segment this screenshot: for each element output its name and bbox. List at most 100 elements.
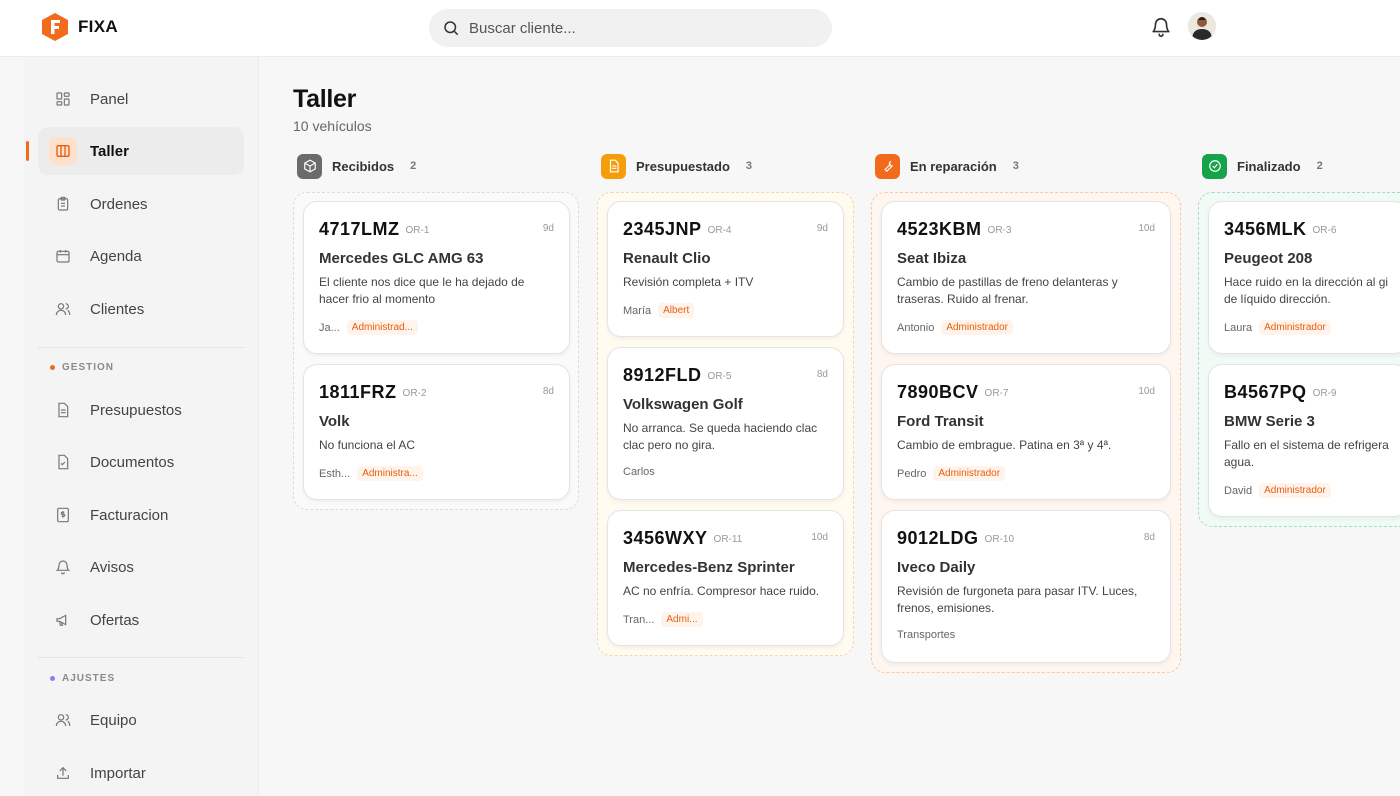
grid-icon [54, 90, 72, 108]
sidebar-item-label: Clientes [90, 300, 145, 318]
sidebar-item-agenda[interactable]: Agenda [38, 232, 244, 280]
order-id: OR-10 [984, 534, 1014, 545]
client-name: Esth... [319, 467, 351, 480]
description: Cambio de embrague. Patina en 3ª y 4ª. [897, 437, 1111, 454]
column-name: Recibidos [332, 158, 395, 174]
order-id: OR-2 [402, 388, 427, 399]
card-meta: Laura Administrador [1224, 320, 1331, 335]
order-card-2345JNP[interactable]: 2345JNP OR-4 9d Renault Clio Revisión com… [607, 201, 844, 337]
description-line: AC no enfría. Compresor hace ruido. [623, 584, 820, 598]
bell-icon [54, 558, 72, 576]
sidebar-item-clientes[interactable]: Clientes [38, 285, 244, 333]
order-card-8912FLD[interactable]: 8912FLD OR-5 8d Volkswagen Golf No arranc… [607, 347, 844, 500]
calendar-icon [54, 247, 72, 265]
description-line: El cliente nos dice que le ha dejado de [319, 275, 525, 289]
sidebar-item-presupuestos[interactable]: Presupuestos [38, 386, 244, 434]
client-name: Pedro [897, 467, 927, 480]
check-circle-icon [1202, 153, 1227, 179]
sidebar-item-facturacion[interactable]: Facturacion [38, 491, 244, 539]
order-card-3456MLK[interactable]: 3456MLK OR-6 Peugeot 208 Hace ruido en la… [1208, 201, 1400, 354]
card-meta: Esth... Administra... [319, 466, 423, 481]
age-badge: 8d [1143, 532, 1155, 543]
sidebar-item-importar[interactable]: Importar [38, 749, 244, 796]
vehicle-model: Ford Transit [897, 413, 984, 430]
plate-number: 4717LMZ OR-1 [319, 219, 429, 240]
search-bar[interactable] [429, 9, 832, 47]
client-name: Carlos [623, 466, 655, 478]
sidebar-item-ofertas[interactable]: Ofertas [38, 596, 244, 644]
search-input[interactable] [469, 19, 809, 37]
description-line: Cambio de pastillas de freno delanteras … [897, 275, 1118, 289]
plate-text: B4567PQ [1224, 382, 1307, 402]
plate-number: 3456MLK OR-6 [1224, 219, 1336, 240]
description-line: agua. [1224, 455, 1255, 469]
kanban-icon [49, 137, 77, 165]
sidebar-item-taller[interactable]: Taller [26, 127, 244, 175]
assignee-tag: Administrad... [346, 320, 418, 335]
section-label: GESTION [62, 362, 115, 373]
description-line: frenos, emisiones. [897, 601, 995, 615]
card-meta: María Albert [623, 303, 695, 318]
order-card-4523KBM[interactable]: 4523KBM OR-3 10d Seat Ibiza Cambio de pas… [881, 201, 1171, 354]
invoice-icon [54, 506, 72, 524]
plate-text: 9012LDG [897, 528, 979, 548]
card-meta: Antonio Administrador [897, 320, 1014, 335]
column-name: Finalizado [1237, 158, 1301, 174]
top-bar: FIXA [0, 0, 1400, 57]
client-name: Laura [1224, 321, 1253, 334]
sidebar-item-documentos[interactable]: Documentos [38, 438, 244, 486]
plate-text: 3456WXY [623, 528, 708, 548]
sidebar-item-label: Taller [90, 142, 129, 160]
card-meta: David Administrador [1224, 483, 1331, 498]
assignee-tag: Administrador [1259, 320, 1331, 335]
client-name: María [623, 304, 652, 317]
order-id: OR-11 [713, 534, 743, 545]
client-name: Ja... [319, 321, 340, 334]
section-label: AJUSTES [62, 673, 116, 684]
order-card-B4567PQ[interactable]: B4567PQ OR-9 BMW Serie 3 Fallo en el sist… [1208, 364, 1400, 517]
vehicle-model: Renault Clio [623, 250, 711, 267]
assignee-tag: Albert [658, 303, 695, 318]
logo[interactable]: FIXA [42, 13, 118, 41]
document-icon [601, 153, 626, 179]
assignee-tag: Admi... [661, 612, 703, 627]
sidebar-item-equipo[interactable]: Equipo [38, 696, 244, 744]
sidebar-item-label: Equipo [90, 711, 137, 729]
plate-number: 3456WXY OR-11 [623, 528, 742, 549]
age-badge: 8d [542, 386, 554, 397]
description: Fallo en el sistema de refrigera agua. [1224, 437, 1389, 471]
sidebar-item-avisos[interactable]: Avisos [38, 543, 244, 591]
sidebar-item-label: Ordenes [90, 195, 148, 213]
vehicle-count: 10 vehículos [293, 118, 372, 134]
description-line: Fallo en el sistema de refrigera [1224, 438, 1389, 452]
sidebar: Panel Taller Ordenes Agenda Clientes GES… [24, 57, 259, 796]
column-count: 3 [1012, 160, 1019, 172]
plate-text: 7890BCV [897, 382, 979, 402]
column-header-reparacion: En reparación 3 [875, 153, 1019, 179]
order-card-3456WXY[interactable]: 3456WXY OR-11 10d Mercedes-Benz Sprinter … [607, 510, 844, 646]
user-avatar[interactable] [1188, 12, 1216, 40]
section-ajustes: AJUSTES [50, 673, 115, 684]
description: Revisión completa + ITV [623, 274, 753, 291]
sidebar-item-panel[interactable]: Panel [38, 75, 244, 123]
sidebar-item-label: Ofertas [90, 611, 140, 629]
order-id: OR-6 [1312, 225, 1337, 236]
document-icon [54, 401, 72, 419]
order-card-4717LMZ[interactable]: 4717LMZ OR-1 9d Mercedes GLC AMG 63 El cl… [303, 201, 570, 354]
notifications-bell-icon[interactable] [1150, 16, 1172, 38]
plate-text: 2345JNP [623, 219, 702, 239]
active-indicator [26, 141, 29, 161]
sidebar-item-ordenes[interactable]: Ordenes [38, 180, 244, 228]
upload-icon [54, 764, 72, 782]
plate-number: 7890BCV OR-7 [897, 382, 1008, 403]
order-card-7890BCV[interactable]: 7890BCV OR-7 10d Ford Transit Cambio de e… [881, 364, 1171, 500]
client-name: Antonio [897, 321, 935, 334]
sidebar-item-label: Agenda [90, 247, 142, 265]
plate-text: 1811FRZ [319, 382, 397, 402]
vehicle-model: Volk [319, 413, 350, 430]
age-badge: 9d [542, 223, 554, 234]
column-header-finalizado: Finalizado 2 [1202, 153, 1323, 179]
order-card-9012LDG[interactable]: 9012LDG OR-10 8d Iveco Daily Revisión de … [881, 510, 1171, 663]
section-gestion: GESTION [50, 362, 114, 373]
order-card-1811FRZ[interactable]: 1811FRZ OR-2 8d Volk No funciona el AC Es… [303, 364, 570, 500]
